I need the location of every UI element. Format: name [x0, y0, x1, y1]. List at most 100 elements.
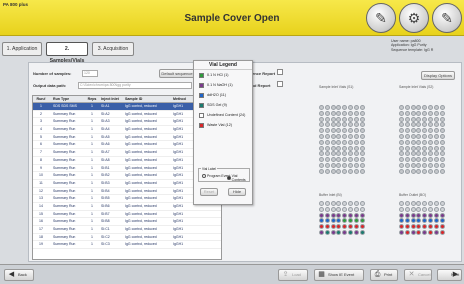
vial-well[interactable]: [410, 145, 416, 151]
vial-well[interactable]: [330, 206, 336, 212]
vial-well[interactable]: [399, 218, 404, 224]
cancel-button[interactable]: ✕ Cancel: [404, 269, 432, 281]
vial-well[interactable]: [422, 110, 428, 116]
vial-well[interactable]: [336, 218, 342, 224]
vial-well[interactable]: [427, 145, 433, 151]
output-path-field[interactable]: C:\Sciex\chrom\pa 800\igg purity: [78, 82, 192, 89]
vial-well[interactable]: [324, 157, 330, 163]
vial-well[interactable]: [410, 128, 416, 134]
table-row[interactable]: 18 Summary Run 1 SI:C2 IgG control, reduced I…: [33, 234, 221, 242]
vial-well[interactable]: [404, 157, 410, 163]
vial-well[interactable]: [342, 168, 348, 174]
vial-well[interactable]: [422, 168, 428, 174]
vial-well[interactable]: [433, 201, 439, 206]
vial-well[interactable]: [324, 105, 330, 110]
vial-well[interactable]: [416, 105, 422, 110]
vial-well[interactable]: [422, 206, 428, 212]
vial-well[interactable]: [427, 110, 433, 116]
vial-well[interactable]: [353, 122, 359, 128]
radio-program-event[interactable]: [202, 174, 206, 178]
vial-well[interactable]: [399, 229, 404, 235]
vial-well[interactable]: [330, 122, 336, 128]
vial-well[interactable]: [359, 224, 365, 230]
vial-well[interactable]: [427, 206, 433, 212]
vial-well[interactable]: [427, 116, 433, 122]
vial-well[interactable]: [347, 229, 353, 235]
vial-well[interactable]: [347, 168, 353, 174]
vial-well[interactable]: [359, 133, 365, 139]
show-ie-event-button[interactable]: ▦ Show IE Event: [314, 269, 364, 281]
num-samples-field[interactable]: 120: [82, 70, 98, 77]
col-inject-inlet[interactable]: Inject Inlet: [99, 96, 123, 102]
vial-well[interactable]: [439, 128, 445, 134]
vial-well[interactable]: [324, 218, 330, 224]
vial-well[interactable]: [399, 224, 404, 230]
vial-well[interactable]: [404, 133, 410, 139]
vial-well[interactable]: [324, 212, 330, 218]
vial-well[interactable]: [336, 224, 342, 230]
vial-well[interactable]: [433, 122, 439, 128]
vial-well[interactable]: [330, 105, 336, 110]
vial-well[interactable]: [342, 128, 348, 134]
vial-well[interactable]: [439, 162, 445, 168]
vial-well[interactable]: [347, 218, 353, 224]
vial-well[interactable]: [433, 229, 439, 235]
vial-well[interactable]: [439, 224, 445, 230]
vial-well[interactable]: [353, 128, 359, 134]
vial-well[interactable]: [347, 224, 353, 230]
vial-well[interactable]: [319, 128, 324, 134]
vial-well[interactable]: [399, 139, 404, 145]
vial-well[interactable]: [324, 116, 330, 122]
vial-well[interactable]: [336, 128, 342, 134]
table-row[interactable]: 16 Summary Run 1 SI:B8 IgG control, reduced I…: [33, 218, 221, 226]
vial-well[interactable]: [410, 116, 416, 122]
vial-well[interactable]: [399, 201, 404, 206]
vial-well[interactable]: [433, 133, 439, 139]
col-method[interactable]: Method: [171, 96, 191, 102]
vial-well[interactable]: [399, 145, 404, 151]
vial-well[interactable]: [336, 145, 342, 151]
vial-well[interactable]: [342, 224, 348, 230]
vial-well[interactable]: [330, 128, 336, 134]
next-button[interactable]: Next ▶: [437, 269, 462, 281]
vial-well[interactable]: [399, 151, 404, 157]
vial-well[interactable]: [422, 151, 428, 157]
display-options-button[interactable]: Display Options: [421, 71, 455, 80]
vial-well[interactable]: [433, 206, 439, 212]
vial-well[interactable]: [347, 116, 353, 122]
vial-well[interactable]: [336, 157, 342, 163]
vial-well[interactable]: [342, 201, 348, 206]
vial-well[interactable]: [439, 116, 445, 122]
vial-well[interactable]: [324, 128, 330, 134]
vial-well[interactable]: [427, 128, 433, 134]
vial-well[interactable]: [404, 224, 410, 230]
vial-well[interactable]: [353, 218, 359, 224]
vial-well[interactable]: [336, 206, 342, 212]
vial-well[interactable]: [336, 122, 342, 128]
vial-well[interactable]: [404, 201, 410, 206]
tab-acquisition[interactable]: 3. Acquisition: [92, 42, 134, 56]
vial-well[interactable]: [353, 110, 359, 116]
vial-well[interactable]: [410, 206, 416, 212]
vial-well[interactable]: [353, 116, 359, 122]
vial-well[interactable]: [404, 122, 410, 128]
vial-well[interactable]: [353, 206, 359, 212]
vial-well[interactable]: [404, 168, 410, 174]
vial-well[interactable]: [319, 201, 324, 206]
vial-well[interactable]: [324, 151, 330, 157]
vial-well[interactable]: [324, 139, 330, 145]
vial-well[interactable]: [336, 110, 342, 116]
vial-well[interactable]: [422, 212, 428, 218]
default-sequence-button[interactable]: Default sequence: [159, 69, 195, 78]
vial-well[interactable]: [342, 218, 348, 224]
vial-well[interactable]: [399, 168, 404, 174]
vial-well[interactable]: [353, 162, 359, 168]
reset-button[interactable]: Reset: [200, 188, 218, 196]
vial-well[interactable]: [404, 229, 410, 235]
vial-well[interactable]: [410, 151, 416, 157]
vial-well[interactable]: [347, 162, 353, 168]
vial-well[interactable]: [319, 105, 324, 110]
vial-well[interactable]: [353, 139, 359, 145]
vial-well[interactable]: [399, 212, 404, 218]
vial-well[interactable]: [347, 145, 353, 151]
